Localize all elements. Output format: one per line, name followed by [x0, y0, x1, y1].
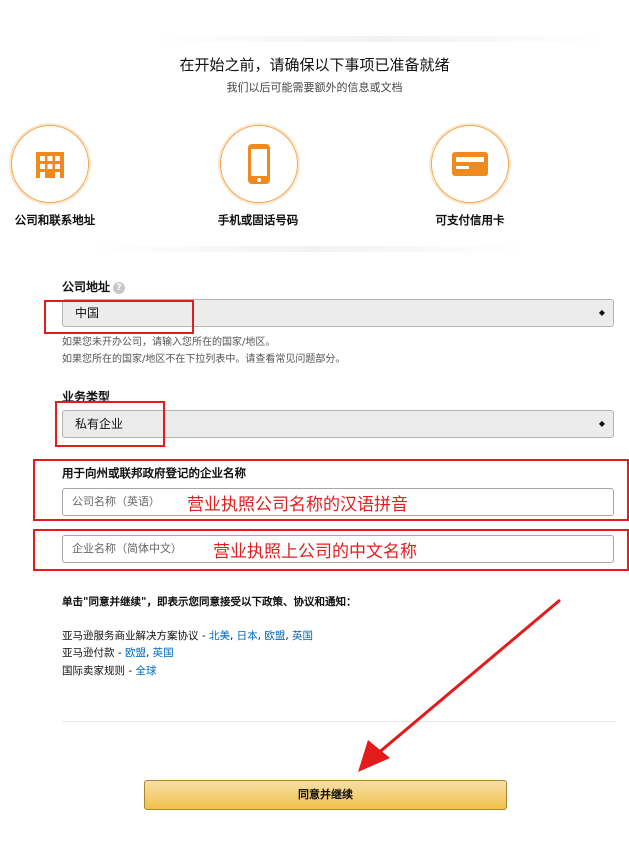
header-divider	[150, 36, 610, 42]
page-subtitle: 我们以后可能需要额外的信息或文档	[226, 81, 403, 94]
link-payments-eu[interactable]: 欧盟	[125, 647, 146, 659]
annotation-box-country	[44, 300, 194, 334]
help-icon[interactable]: ?	[113, 281, 126, 294]
company-address-label: 公司地址?	[62, 278, 126, 295]
link-global[interactable]: 全球	[135, 665, 156, 677]
chevron-updown-icon: ◆	[598, 308, 605, 317]
terms-item-intl-rules: 国际卖家规则 - 全球	[62, 663, 156, 678]
annotation-box-business-type	[55, 401, 165, 447]
requirement-label-address: 公司和联系地址	[14, 213, 96, 227]
requirement-label-phone: 手机或固话号码	[217, 213, 299, 227]
link-uk[interactable]: 英国	[292, 630, 313, 642]
terms-item-text: 亚马逊服务商业解决方案协议 -	[62, 630, 209, 642]
building-icon	[11, 125, 89, 203]
link-japan[interactable]: 日本	[237, 630, 258, 642]
company-name-en-placeholder: 公司名称（英语）	[72, 495, 160, 508]
annotation-pinyin: 营业执照公司名称的汉语拼音	[187, 495, 408, 515]
terms-item-bsa: 亚马逊服务商业解决方案协议 - 北美, 日本, 欧盟, 英国	[62, 630, 314, 642]
requirement-label-card: 可支付信用卡	[435, 213, 505, 227]
link-north-america[interactable]: 北美	[209, 630, 230, 642]
annotation-arrow-icon	[358, 598, 561, 772]
terms-item-payments: 亚马逊付款 - 欧盟, 英国	[62, 647, 174, 659]
annotation-chinese-name: 营业执照上公司的中文名称	[213, 542, 417, 562]
company-address-label-text: 公司地址	[62, 280, 111, 294]
terms-item-text: 国际卖家规则 -	[62, 665, 136, 677]
chevron-updown-icon: ◆	[598, 419, 605, 428]
company-name-cn-placeholder: 企业名称（简体中文）	[72, 542, 182, 555]
link-eu[interactable]: 欧盟	[264, 630, 285, 642]
agree-continue-button[interactable]: 同意并继续	[144, 780, 507, 810]
company-name-label: 用于向州或联邦政府登记的企业名称	[62, 466, 246, 480]
section-divider	[90, 246, 530, 252]
mobile-phone-icon	[220, 125, 298, 203]
country-note-1: 如果您未开办公司，请输入您所在的国家/地区。	[62, 337, 276, 348]
credit-card-icon	[431, 125, 509, 203]
terms-item-text: 亚马逊付款 -	[62, 647, 125, 659]
page-title: 在开始之前，请确保以下事项已准备就绪	[179, 56, 450, 74]
terms-intro: 单击"同意并继续"，即表示您同意接受以下政策、协议和通知：	[62, 596, 357, 608]
country-note-2: 如果您所在的国家/地区不在下拉列表中。请查看常见问题部分。	[62, 354, 346, 365]
link-payments-uk[interactable]: 英国	[153, 647, 174, 659]
